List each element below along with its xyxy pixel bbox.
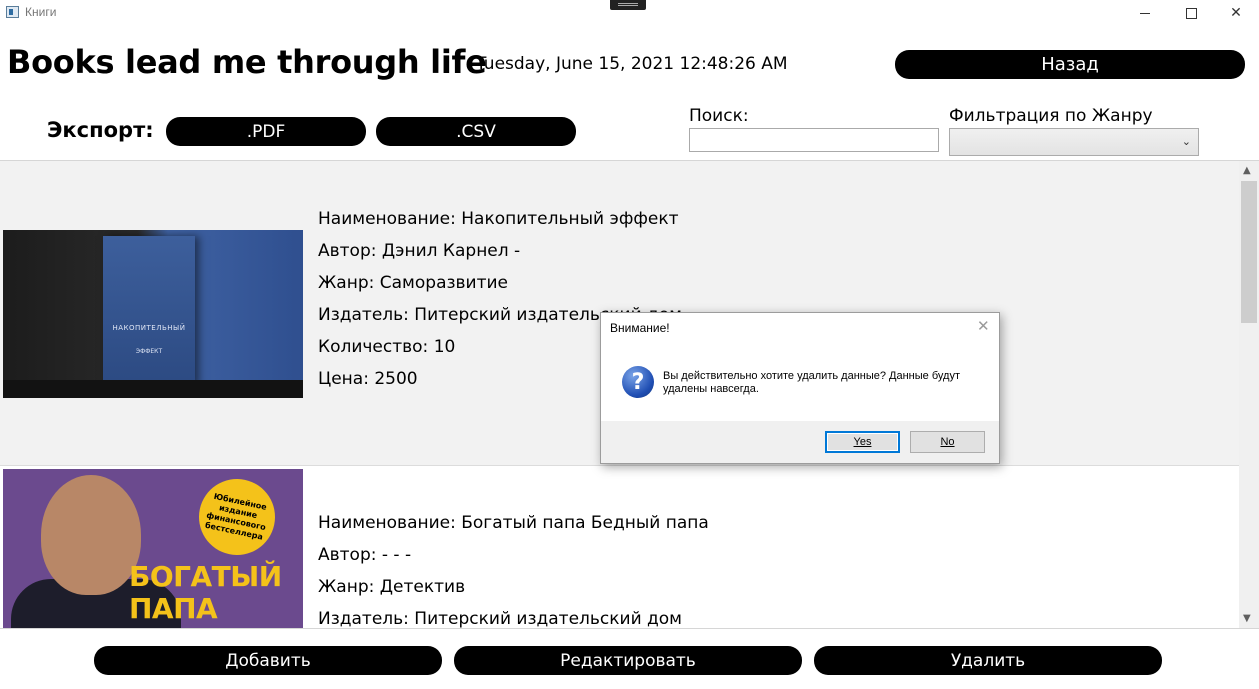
delete-button[interactable]: Удалить	[814, 646, 1162, 675]
book-quantity: Количество: 10	[318, 337, 456, 357]
scroll-thumb[interactable]	[1241, 181, 1257, 323]
cover-subtitle: ЭФФЕКТ	[135, 348, 163, 355]
maximize-icon	[1185, 7, 1197, 19]
book-cover-image: Юбилейное издание финансового бестселлер…	[3, 469, 303, 628]
search-input[interactable]	[689, 128, 939, 152]
add-button[interactable]: Добавить	[94, 646, 442, 675]
current-datetime: Tuesday, June 15, 2021 12:48:26 AM	[476, 54, 788, 74]
cover-floor	[3, 380, 303, 398]
book-price: Цена: 2500	[318, 369, 418, 389]
search-label: Поиск:	[689, 106, 749, 126]
window-title: Книги	[25, 5, 57, 19]
book-name: Наименование: Богатый папа Бедный папа	[318, 513, 709, 533]
dialog-message: Вы действительно хотите удалить данные? …	[663, 370, 960, 395]
dialog-title: Внимание!	[610, 321, 670, 335]
cover-face	[41, 475, 141, 595]
book-cover-shape: НАКОПИТЕЛЬНЫЙ ЭФФЕКТ	[103, 236, 195, 386]
minimize-button[interactable]	[1122, 0, 1168, 26]
book-author: Автор: Дэнил Карнел -	[318, 241, 521, 261]
book-name: Наименование: Накопительный эффект	[318, 209, 679, 229]
minimize-icon	[1140, 12, 1150, 14]
drag-grip-icon[interactable]	[610, 0, 646, 10]
edit-button[interactable]: Редактировать	[454, 646, 802, 675]
cover-title: НАКОПИТЕЛЬНЫЙ	[112, 324, 186, 332]
book-genre: Жанр: Саморазвитие	[318, 273, 509, 293]
book-genre: Жанр: Детектив	[318, 577, 466, 597]
confirm-dialog: Внимание! ✕ ? Вы действительно хотите уд…	[600, 312, 1000, 464]
dialog-footer: Yes No	[601, 421, 999, 463]
genre-filter-select[interactable]: ⌄	[949, 128, 1199, 156]
export-pdf-button[interactable]: .PDF	[166, 117, 366, 146]
vertical-scrollbar[interactable]: ▲ ▼	[1239, 161, 1259, 628]
list-item[interactable]: Юбилейное издание финансового бестселлер…	[0, 466, 1239, 629]
page-title: Books lead me through life	[7, 43, 487, 81]
scroll-down-icon[interactable]: ▼	[1243, 613, 1251, 624]
app-icon	[6, 6, 19, 18]
cover-title: БОГАТЫЙ ПАПА	[129, 560, 282, 625]
book-publisher: Издатель: Питерский издательский дом	[318, 609, 683, 629]
window-titlebar: Книги ✕	[0, 0, 1259, 26]
cover-badge: Юбилейное издание финансового бестселлер…	[191, 471, 283, 563]
book-cover-image: НАКОПИТЕЛЬНЫЙ ЭФФЕКТ	[3, 230, 303, 398]
back-button[interactable]: Назад	[895, 50, 1245, 79]
no-button[interactable]: No	[910, 431, 985, 453]
book-author: Автор: - - -	[318, 545, 412, 565]
export-label: Экспорт:	[47, 118, 154, 142]
question-icon: ?	[622, 366, 654, 398]
export-csv-button[interactable]: .CSV	[376, 117, 576, 146]
yes-button[interactable]: Yes	[825, 431, 900, 453]
scroll-up-icon[interactable]: ▲	[1243, 165, 1251, 176]
maximize-button[interactable]	[1168, 0, 1214, 26]
close-window-button[interactable]: ✕	[1213, 0, 1259, 26]
dialog-close-icon[interactable]: ✕	[977, 317, 990, 335]
chevron-down-icon: ⌄	[1181, 135, 1191, 148]
genre-filter-label: Фильтрация по Жанру	[949, 106, 1153, 126]
close-icon: ✕	[1230, 5, 1242, 21]
